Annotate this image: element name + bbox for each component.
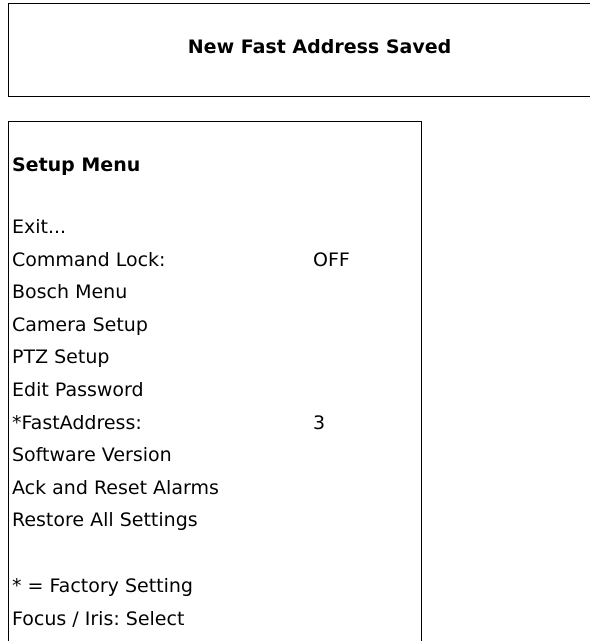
- menu-item-software-version[interactable]: Software Version: [12, 442, 219, 475]
- menu-item-label: Software Version: [12, 444, 172, 467]
- menu-item-camera-setup[interactable]: Camera Setup: [12, 312, 219, 345]
- menu-item-bosch-menu[interactable]: Bosch Menu: [12, 279, 219, 312]
- menu-item-restore-all-settings[interactable]: Restore All Settings: [12, 507, 219, 540]
- menu-footer: * = Factory Setting Focus / Iris: Select: [12, 573, 193, 638]
- setup-menu-panel: Setup Menu Exit... Command Lock: OFF Bos…: [8, 121, 422, 641]
- menu-list: Exit... Command Lock: OFF Bosch Menu Cam…: [12, 214, 350, 540]
- menu-item-ack-reset-alarms[interactable]: Ack and Reset Alarms: [12, 475, 219, 508]
- menu-item-label: Edit Password: [12, 378, 144, 401]
- menu-item-label: Exit...: [12, 216, 67, 238]
- menu-item-label: Command Lock:: [12, 248, 166, 271]
- menu-title: Setup Menu: [12, 154, 141, 176]
- menu-item-fast-address[interactable]: *FastAddress: 3: [12, 410, 325, 443]
- notice-panel: New Fast Address Saved: [8, 3, 590, 97]
- menu-item-value: 3: [313, 411, 326, 434]
- menu-item-label: PTZ Setup: [12, 346, 110, 369]
- menu-item-label: Camera Setup: [12, 313, 148, 336]
- menu-item-label: *FastAddress:: [12, 411, 142, 434]
- menu-item-edit-password[interactable]: Edit Password: [12, 377, 219, 410]
- menu-item-ptz-setup[interactable]: PTZ Setup: [12, 344, 219, 377]
- menu-item-label: Restore All Settings: [12, 509, 198, 532]
- notice-title: New Fast Address Saved: [187, 36, 452, 58]
- menu-item-exit[interactable]: Exit...: [12, 214, 219, 247]
- control-hint: Focus / Iris: Select: [12, 607, 185, 630]
- menu-item-label: Ack and Reset Alarms: [12, 476, 219, 499]
- menu-item-value: OFF: [313, 248, 350, 271]
- menu-item-command-lock[interactable]: Command Lock: OFF: [12, 247, 350, 280]
- factory-setting-note: * = Factory Setting: [12, 575, 193, 597]
- menu-item-label: Bosch Menu: [12, 281, 128, 304]
